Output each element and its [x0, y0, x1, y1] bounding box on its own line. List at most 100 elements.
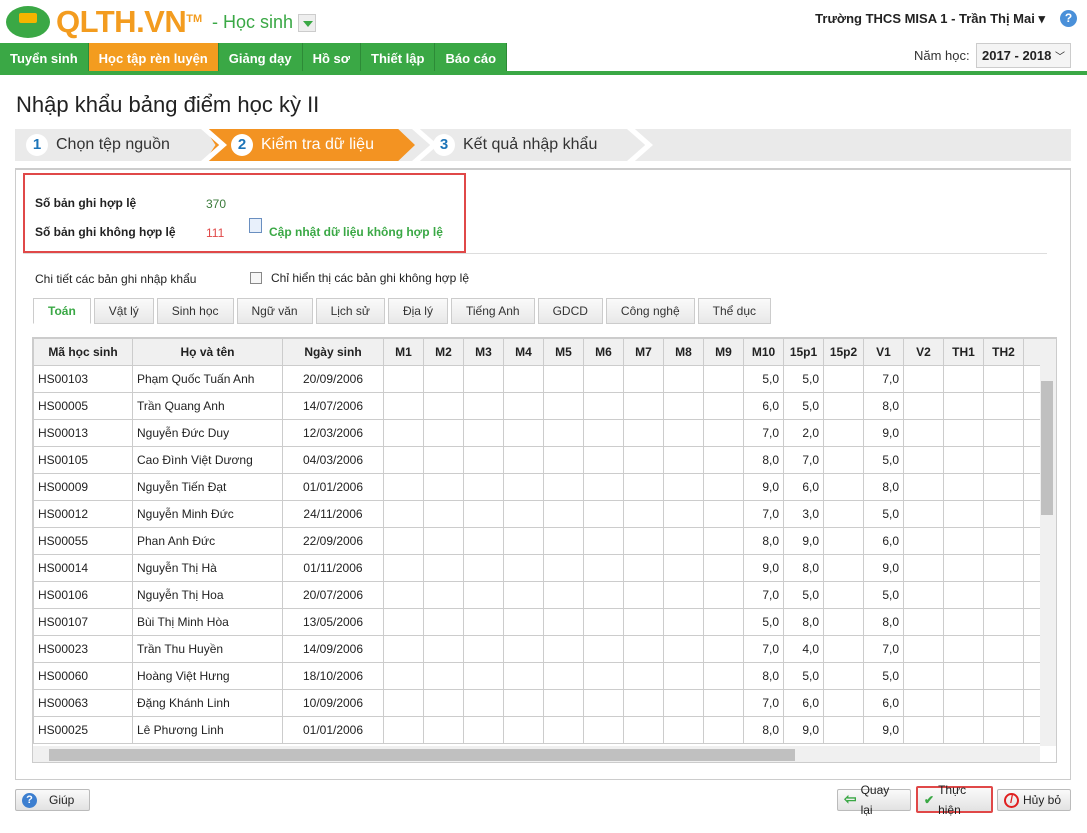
tab-subject[interactable]: Lịch sử	[315, 298, 385, 324]
table-row[interactable]: HS00025 Lê Phương Linh 01/01/2006 8,0 9,0 9,0	[33, 716, 1056, 744]
table-cell	[703, 392, 744, 420]
column-header[interactable]: Họ và tên	[132, 338, 283, 366]
column-header[interactable]: TH1	[943, 338, 984, 366]
tab-subject[interactable]: Tiếng Anh	[450, 298, 535, 324]
tab-subject[interactable]: Sinh học	[156, 298, 234, 324]
column-header[interactable]: M7	[623, 338, 664, 366]
table-cell	[903, 419, 944, 447]
table-cell	[703, 716, 744, 744]
tab-subject[interactable]: Toán	[33, 298, 91, 324]
cancel-button[interactable]: / Hủy bỏ	[997, 789, 1071, 811]
table-cell: HS00107	[33, 608, 133, 636]
table-cell: 6,0	[783, 689, 824, 717]
table-cell	[383, 581, 424, 609]
column-header[interactable]: 15p1	[783, 338, 824, 366]
column-header[interactable]: Mã học sinh	[33, 338, 133, 366]
table-cell: 3,0	[783, 500, 824, 528]
table-row[interactable]: HS00055 Phan Anh Đức 22/09/2006 8,0 9,0 6,0	[33, 527, 1056, 555]
tab-subject[interactable]: Vật lý	[93, 298, 154, 324]
table-cell: 8,0	[743, 527, 784, 555]
horizontal-scroll-thumb[interactable]	[49, 749, 795, 761]
table-cell	[903, 473, 944, 501]
column-header[interactable]: M8	[663, 338, 704, 366]
column-header[interactable]: V1	[863, 338, 904, 366]
table-row[interactable]: HS00023 Trần Thu Huyền 14/09/2006 7,0 4,0 7,0	[33, 635, 1056, 663]
edit-note-icon	[249, 218, 262, 233]
table-cell: HS00013	[33, 419, 133, 447]
table-cell	[823, 500, 864, 528]
vertical-scroll-thumb[interactable]	[1041, 381, 1053, 515]
nav-divider	[0, 71, 1087, 75]
table-row[interactable]: HS00107 Bùi Thị Minh Hòa 13/05/2006 5,0 8,0 8…	[33, 608, 1056, 636]
table-cell	[663, 365, 704, 393]
school-year-select[interactable]: 2017 - 2018 ﹀	[976, 43, 1071, 68]
table-cell	[383, 689, 424, 717]
table-row[interactable]: HS00012 Nguyễn Minh Đức 24/11/2006 7,0 3,0 5,…	[33, 500, 1056, 528]
user-menu[interactable]: Trường THCS MISA 1 - Trần Thị Mai ▾	[815, 11, 1045, 27]
table-cell: 7,0	[743, 419, 784, 447]
column-header[interactable]: M2	[423, 338, 464, 366]
table-cell	[583, 608, 624, 636]
column-header[interactable]: M9	[703, 338, 744, 366]
tab-subject[interactable]: Thể dục	[697, 298, 771, 324]
module-dropdown-button[interactable]	[298, 14, 316, 32]
column-header[interactable]: M6	[583, 338, 624, 366]
execute-button[interactable]: ✔ Thực hiện	[916, 783, 993, 817]
table-row[interactable]: HS00005 Trần Quang Anh 14/07/2006 6,0 5,0 8,0	[33, 392, 1056, 420]
help-icon[interactable]: ?	[1060, 10, 1077, 27]
table-cell	[943, 662, 984, 690]
table-row[interactable]: HS00013 Nguyễn Đức Duy 12/03/2006 7,0 2,0 9,0	[33, 419, 1056, 447]
table-cell	[983, 392, 1024, 420]
table-cell: HS00063	[33, 689, 133, 717]
column-header[interactable]: M1	[383, 338, 424, 366]
table-cell: 10/09/2006	[282, 689, 384, 717]
help-button[interactable]: ? Giúp	[15, 789, 90, 811]
back-button[interactable]: ⇦ Quay lại	[837, 783, 911, 817]
tab-subject[interactable]: Địa lý	[387, 298, 448, 324]
table-row[interactable]: HS00103 Phạm Quốc Tuấn Anh 20/09/2006 5,0 5,…	[33, 365, 1056, 393]
update-invalid-link[interactable]: Cập nhật dữ liệu không hợp lệ	[269, 225, 443, 239]
table-row[interactable]: HS00060 Hoàng Việt Hưng 18/10/2006 8,0 5,0 5,…	[33, 662, 1056, 690]
table-cell	[463, 608, 504, 636]
table-cell: 7,0	[863, 635, 904, 663]
table-row[interactable]: HS00014 Nguyễn Thị Hà 01/11/2006 9,0 8,0 9,0	[33, 554, 1056, 582]
column-header[interactable]: M3	[463, 338, 504, 366]
table-cell	[903, 527, 944, 555]
table-cell	[463, 446, 504, 474]
table-cell	[423, 689, 464, 717]
table-cell	[583, 635, 624, 663]
table-cell	[983, 446, 1024, 474]
app-logo[interactable]: QLTH.VN TM	[6, 4, 202, 40]
column-header[interactable]: M5	[543, 338, 584, 366]
table-cell: 5,0	[783, 581, 824, 609]
table-row[interactable]: HS00106 Nguyễn Thị Hoa 20/07/2006 7,0 5,0 5,0	[33, 581, 1056, 609]
table-row[interactable]: HS00063 Đặng Khánh Linh 10/09/2006 7,0 6,0 6,…	[33, 689, 1056, 717]
table-cell	[983, 527, 1024, 555]
step-number: 2	[231, 134, 253, 156]
table-cell	[903, 581, 944, 609]
table-cell	[583, 392, 624, 420]
table-cell	[823, 527, 864, 555]
column-header[interactable]: M10	[743, 338, 784, 366]
table-cell: 8,0	[863, 608, 904, 636]
table-cell	[903, 392, 944, 420]
column-header[interactable]: M4	[503, 338, 544, 366]
table-cell	[663, 392, 704, 420]
table-cell	[943, 419, 984, 447]
table-cell	[503, 608, 544, 636]
tab-subject[interactable]: Ngữ văn	[236, 298, 313, 324]
table-cell	[543, 581, 584, 609]
show-invalid-only-checkbox[interactable]	[250, 272, 262, 284]
table-row[interactable]: HS00009 Nguyễn Tiến Đạt 01/01/2006 9,0 6,0 8,…	[33, 473, 1056, 501]
show-invalid-only-label[interactable]: Chỉ hiển thị các bản ghi không hợp lệ	[271, 271, 469, 285]
column-header[interactable]: V2	[903, 338, 944, 366]
column-header[interactable]: Ngày sinh	[282, 338, 384, 366]
table-cell	[703, 662, 744, 690]
table-row[interactable]: HS00105 Cao Đình Việt Dương 04/03/2006 8,0 7…	[33, 446, 1056, 474]
column-header[interactable]: TH2	[983, 338, 1024, 366]
column-header[interactable]: 15p2	[823, 338, 864, 366]
tab-subject[interactable]: GDCD	[537, 298, 603, 324]
table-cell	[543, 500, 584, 528]
table-cell: 01/01/2006	[282, 716, 384, 744]
tab-subject[interactable]: Công nghệ	[605, 298, 695, 324]
